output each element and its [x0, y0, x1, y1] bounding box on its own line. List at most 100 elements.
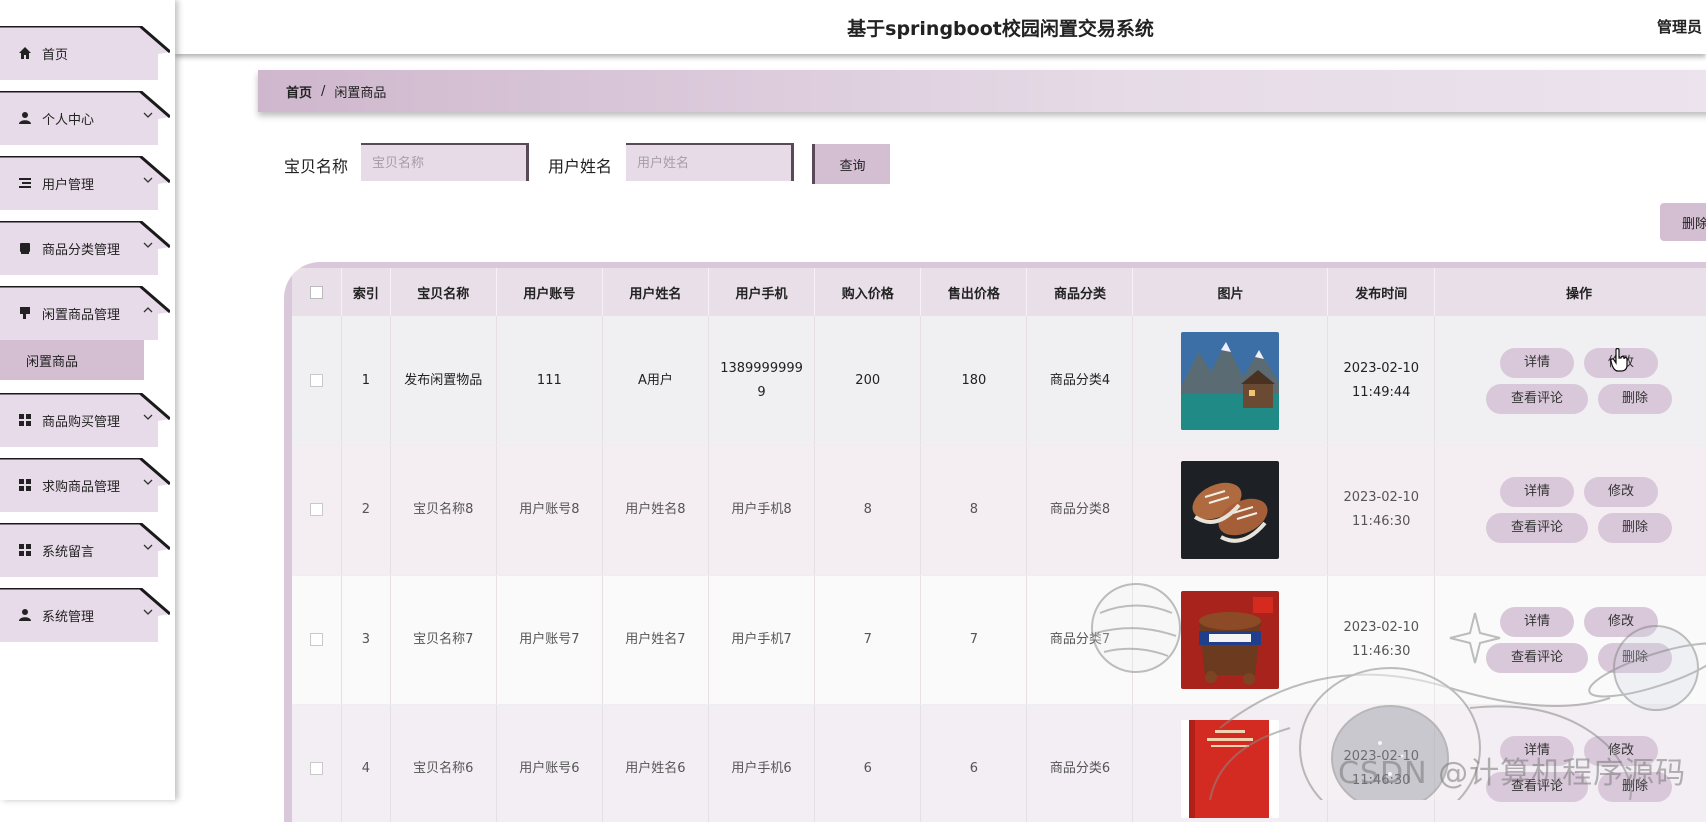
cell-actions: 详情修改 查看评论删除 [1434, 316, 1706, 446]
sidebar-item-messages[interactable]: 系统留言 [0, 523, 170, 577]
mountain-lake-photo[interactable] [1181, 332, 1279, 430]
cell-buy-price: 7 [815, 575, 921, 705]
row-select-cell[interactable] [292, 316, 342, 446]
cell-name: 发布闲置物品 [390, 316, 496, 446]
publish-clock: 11:46:30 [1328, 640, 1434, 664]
sidebar-item-label: 闲置商品管理 [42, 304, 120, 323]
cell-image [1133, 705, 1328, 822]
shoes-photo[interactable] [1181, 461, 1279, 559]
snickers-tub-photo[interactable] [1181, 591, 1279, 689]
sidebar-item-label: 首页 [42, 44, 68, 63]
chevron-down-icon [142, 109, 154, 121]
cell-sell-price: 7 [921, 575, 1027, 705]
cell-phone: 13899999999 [708, 316, 814, 446]
edit-button[interactable]: 修改 [1584, 607, 1658, 637]
cell-username: A用户 [602, 316, 708, 446]
column-header: 索引 [342, 268, 391, 316]
detail-button[interactable]: 详情 [1500, 348, 1574, 378]
sidebar-item-label: 商品购买管理 [42, 411, 120, 430]
user-icon [18, 111, 32, 125]
cell-account: 用户账号6 [496, 705, 602, 822]
column-header: 宝贝名称 [390, 268, 496, 316]
chevron-down-icon [142, 174, 154, 186]
sidebar-item-users[interactable]: 用户管理 [0, 156, 170, 210]
chevron-down-icon [142, 606, 154, 618]
row-checkbox[interactable] [310, 762, 323, 775]
name-search-input[interactable] [361, 143, 529, 181]
cell-index: 3 [342, 575, 391, 705]
publish-date: 2023-02-10 [1328, 357, 1434, 381]
publish-date: 2023-02-10 [1328, 616, 1434, 640]
cell-account: 用户账号7 [496, 575, 602, 705]
delete-button[interactable]: 删除 [1598, 643, 1672, 673]
cell-name: 宝贝名称8 [390, 446, 496, 576]
breadcrumb-separator: / [321, 84, 325, 99]
sidebar-item-label: 求购商品管理 [42, 476, 120, 495]
sidebar-item-purchase[interactable]: 商品购买管理 [0, 393, 170, 447]
cell-sell-price: 180 [921, 316, 1027, 446]
row-select-cell[interactable] [292, 705, 342, 822]
cell-category: 商品分类8 [1027, 446, 1133, 576]
detail-button[interactable]: 详情 [1500, 477, 1574, 507]
sidebar-item-personal[interactable]: 个人中心 [0, 91, 170, 145]
select-all-cell[interactable] [292, 268, 342, 316]
cell-account: 用户账号8 [496, 446, 602, 576]
cell-username: 用户姓名6 [602, 705, 708, 822]
sidebar-item-idle-goods[interactable]: 闲置商品管理 [0, 286, 170, 340]
query-button[interactable]: 查询 [812, 144, 890, 184]
publish-clock: 11:49:44 [1328, 381, 1434, 405]
cell-phone: 用户手机6 [708, 705, 814, 822]
view-comments-button[interactable]: 查看评论 [1486, 643, 1588, 673]
row-select-cell[interactable] [292, 575, 342, 705]
table-row: 3 宝贝名称7 用户账号7 用户姓名7 用户手机7 7 7 商品分类7 2023… [292, 575, 1706, 705]
sidebar-item-home[interactable]: 首页 [0, 26, 170, 80]
sidebar-subitem-idle-goods[interactable]: 闲置商品 [0, 340, 144, 380]
sidebar-item-wanted[interactable]: 求购商品管理 [0, 458, 170, 512]
column-header: 用户账号 [496, 268, 602, 316]
app-title: 基于springboot校园闲置交易系统 [175, 14, 1706, 41]
delete-button[interactable]: 删除 [1598, 384, 1672, 414]
edit-button[interactable]: 修改 [1584, 477, 1658, 507]
cell-actions: 详情修改 查看评论删除 [1434, 575, 1706, 705]
column-header: 商品分类 [1027, 268, 1133, 316]
row-select-cell[interactable] [292, 446, 342, 576]
detail-button[interactable]: 详情 [1500, 607, 1574, 637]
sidebar-item-label: 用户管理 [42, 174, 94, 193]
batch-delete-button[interactable]: 删除 [1660, 203, 1706, 241]
chevron-up-icon [142, 304, 154, 316]
breadcrumb-current: 闲置商品 [334, 82, 386, 101]
sidebar-item-label: 系统留言 [42, 541, 94, 560]
cell-username: 用户姓名7 [602, 575, 708, 705]
select-all-checkbox[interactable] [310, 286, 323, 299]
breadcrumb-home[interactable]: 首页 [286, 82, 312, 101]
column-header: 用户姓名 [602, 268, 708, 316]
cell-index: 4 [342, 705, 391, 822]
top-header: 基于springboot校园闲置交易系统 管理员 [175, 0, 1706, 54]
row-checkbox[interactable] [310, 503, 323, 516]
user-search-input[interactable] [626, 143, 794, 181]
cell-index: 1 [342, 316, 391, 446]
cell-category: 商品分类4 [1027, 316, 1133, 446]
cell-image [1133, 575, 1328, 705]
view-comments-button[interactable]: 查看评论 [1486, 513, 1588, 543]
cell-actions: 详情修改 查看评论删除 [1434, 446, 1706, 576]
sidebar-item-category[interactable]: 商品分类管理 [0, 221, 170, 275]
red-book-photo[interactable] [1181, 720, 1279, 818]
cell-publish-time: 2023-02-1011:49:44 [1328, 316, 1435, 446]
edit-button[interactable]: 修改 [1584, 348, 1658, 378]
user-icon [18, 608, 32, 622]
cell-name: 宝贝名称7 [390, 575, 496, 705]
cell-phone: 用户手机7 [708, 575, 814, 705]
view-comments-button[interactable]: 查看评论 [1486, 384, 1588, 414]
column-header: 操作 [1434, 268, 1706, 316]
row-checkbox[interactable] [310, 374, 323, 387]
home-icon [18, 46, 32, 60]
cell-buy-price: 6 [815, 705, 921, 822]
table-header-row: 索引 宝贝名称 用户账号 用户姓名 用户手机 购入价格 售出价格 商品分类 图片… [292, 268, 1706, 316]
delete-button[interactable]: 删除 [1598, 513, 1672, 543]
sidebar-item-system[interactable]: 系统管理 [0, 588, 170, 642]
cell-image [1133, 316, 1328, 446]
user-name[interactable]: 管理员 [1657, 16, 1702, 37]
row-checkbox[interactable] [310, 633, 323, 646]
cell-account: 111 [496, 316, 602, 446]
